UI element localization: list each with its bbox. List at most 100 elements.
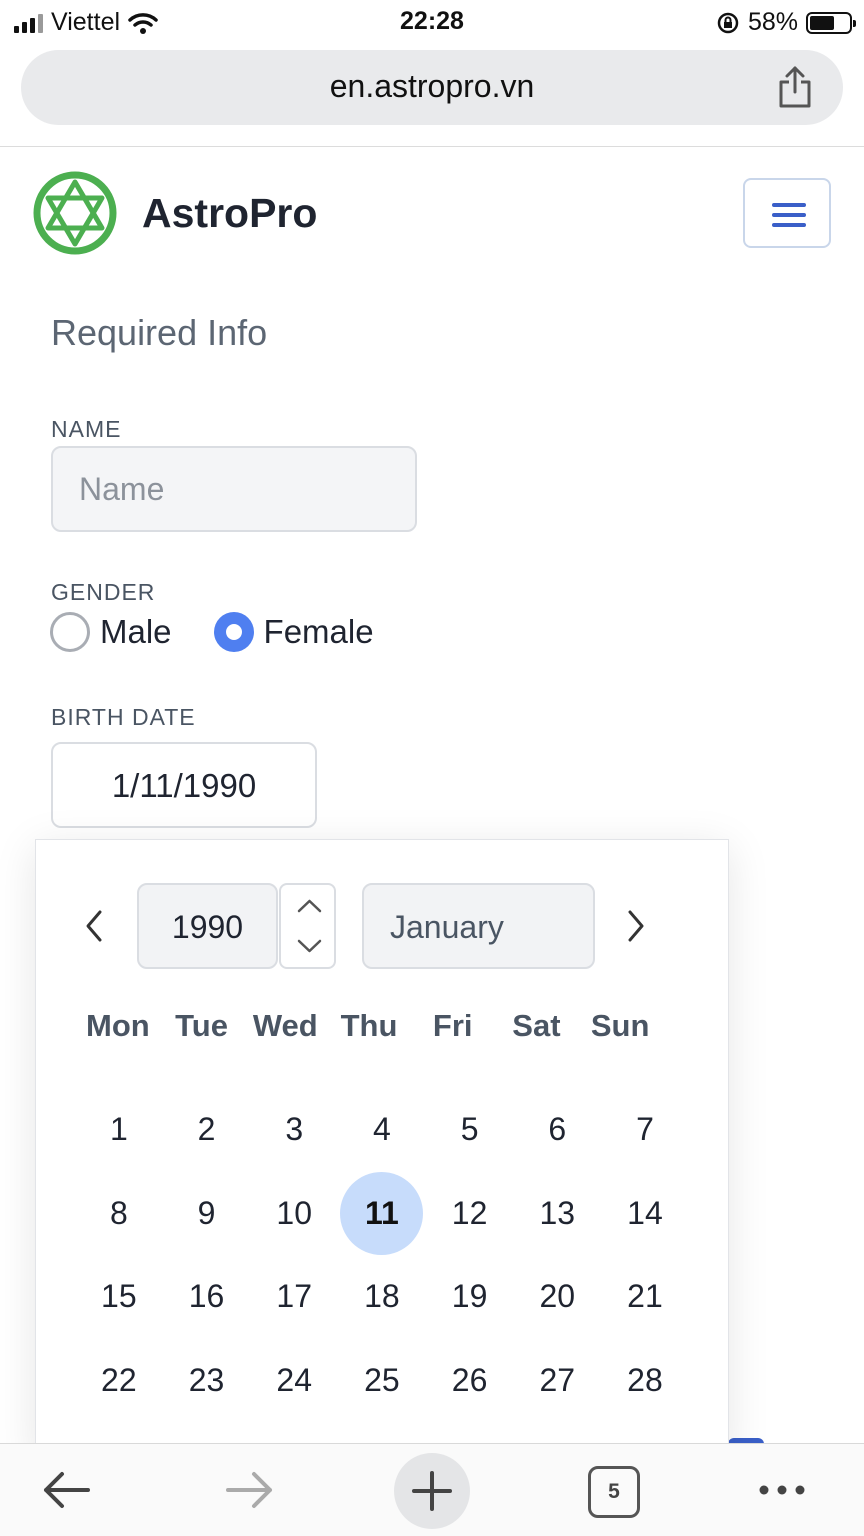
- day-number: 13: [539, 1194, 576, 1231]
- birth-date-input[interactable]: 1/11/1990: [51, 742, 317, 828]
- day-cell[interactable]: 28: [601, 1339, 689, 1423]
- day-cell[interactable]: 18: [338, 1255, 426, 1339]
- divider: [0, 146, 864, 147]
- day-number: 7: [636, 1111, 654, 1148]
- name-input[interactable]: [51, 446, 417, 532]
- year-input[interactable]: 1990: [137, 883, 278, 969]
- battery-percent: 58%: [747, 8, 798, 36]
- day-number: 1: [109, 1111, 128, 1148]
- day-number: 27: [539, 1361, 576, 1398]
- chevron-down-icon[interactable]: [281, 927, 338, 969]
- brand-name[interactable]: AstroPro: [142, 190, 317, 237]
- day-number: 12: [451, 1194, 488, 1231]
- day-cell[interactable]: 15: [75, 1255, 163, 1339]
- day-cell[interactable]: 10: [250, 1172, 338, 1256]
- weekday-label: Wed: [252, 1008, 318, 1043]
- section-title: Required Info: [51, 312, 268, 353]
- rotation-lock-icon: [717, 12, 739, 33]
- day-cell[interactable]: 19: [426, 1255, 514, 1339]
- day-cell[interactable]: 27: [513, 1339, 601, 1423]
- gender-female-label[interactable]: Female: [264, 613, 374, 651]
- day-cell[interactable]: 23: [163, 1339, 251, 1423]
- day-number: 17: [276, 1278, 313, 1315]
- share-icon[interactable]: [775, 64, 815, 110]
- tab-count-button[interactable]: 5: [588, 1466, 640, 1518]
- battery-icon: [806, 11, 856, 34]
- day-number: 22: [101, 1361, 137, 1398]
- birth-date-label: BIRTH DATE: [51, 704, 196, 730]
- name-label: NAME: [51, 416, 122, 442]
- forward-arrow-icon[interactable]: [220, 1444, 280, 1536]
- day-cell[interactable]: 22: [75, 1339, 163, 1423]
- day-cell[interactable]: 16: [163, 1255, 251, 1339]
- weekday-label: Tue: [175, 1008, 228, 1043]
- day-cell[interactable]: 17: [250, 1255, 338, 1339]
- day-number: 10: [276, 1194, 313, 1231]
- star-of-david-logo-icon[interactable]: [32, 170, 118, 256]
- status-right: 58%: [716, 8, 856, 37]
- day-grid: 1 2 3 4 5 6 7 8 9 10 11 12 13 14 15 16 17 18 19 20 21 22 23 24 2…: [75, 1088, 689, 1422]
- day-number: 15: [101, 1278, 137, 1315]
- gender-male-radio[interactable]: [50, 612, 90, 652]
- selected-day-cell[interactable]: 11: [338, 1171, 426, 1256]
- day-number: 23: [188, 1361, 225, 1398]
- more-icon[interactable]: [752, 1444, 812, 1536]
- hamburger-menu-button[interactable]: [743, 178, 831, 248]
- url-text[interactable]: en.astropro.vn: [21, 68, 843, 105]
- day-cell[interactable]: 1: [75, 1088, 163, 1172]
- day-number: 8: [109, 1194, 128, 1231]
- day-cell[interactable]: 4: [338, 1088, 426, 1172]
- day-number: 11: [364, 1194, 399, 1231]
- weekday-label: Thu: [340, 1008, 398, 1043]
- day-number: 21: [627, 1278, 663, 1315]
- day-cell[interactable]: 21: [601, 1255, 689, 1339]
- menu-icon-bar: [772, 223, 806, 227]
- browser-toolbar: 5: [0, 1443, 864, 1536]
- day-number: 19: [451, 1278, 488, 1315]
- month-select[interactable]: January: [362, 883, 595, 969]
- day-cell[interactable]: 9: [163, 1172, 251, 1256]
- weekday-header: Mon Tue Wed Thu Fri Sat Sun: [76, 1008, 662, 1044]
- day-cell[interactable]: 6: [513, 1088, 601, 1172]
- day-cell[interactable]: 26: [426, 1339, 514, 1423]
- day-cell[interactable]: 20: [513, 1255, 601, 1339]
- day-cell[interactable]: 25: [338, 1339, 426, 1423]
- address-bar[interactable]: en.astropro.vn: [21, 50, 843, 125]
- datepicker-popup: 1990 January Mon Tue Wed Thu Fri Sat Sun…: [35, 839, 729, 1459]
- day-number: 26: [451, 1361, 488, 1398]
- day-number: 25: [364, 1361, 400, 1398]
- day-cell[interactable]: 2: [163, 1088, 251, 1172]
- day-number: 14: [627, 1194, 663, 1231]
- new-tab-button[interactable]: [394, 1453, 470, 1529]
- weekday-label: Sat: [512, 1008, 561, 1043]
- chevron-right-icon[interactable]: [622, 906, 650, 946]
- day-cell[interactable]: 8: [75, 1172, 163, 1256]
- menu-icon: [772, 203, 806, 207]
- day-number: 4: [373, 1111, 391, 1148]
- weekday-label: Sun: [590, 1008, 650, 1043]
- menu-icon-bar: [772, 213, 806, 217]
- day-cell[interactable]: 13: [513, 1172, 601, 1256]
- day-cell[interactable]: 5: [426, 1088, 514, 1172]
- back-arrow-icon[interactable]: [36, 1444, 96, 1536]
- day-number: 6: [548, 1111, 567, 1148]
- chevron-up-icon[interactable]: [281, 885, 338, 927]
- day-cell[interactable]: 12: [426, 1172, 514, 1256]
- day-cell[interactable]: 24: [250, 1339, 338, 1423]
- gender-male-label[interactable]: Male: [100, 613, 172, 651]
- weekday-label: Mon: [86, 1008, 150, 1043]
- day-number: 28: [627, 1361, 663, 1398]
- day-number: 20: [539, 1278, 576, 1315]
- gender-female-radio[interactable]: [213, 612, 254, 652]
- day-number: 18: [364, 1278, 400, 1315]
- day-cell[interactable]: 14: [601, 1172, 689, 1256]
- chevron-left-icon[interactable]: [80, 906, 108, 946]
- plus-icon: [412, 1471, 452, 1511]
- day-number: 9: [197, 1194, 216, 1231]
- day-cell[interactable]: 3: [250, 1088, 338, 1172]
- day-number: 16: [188, 1278, 225, 1315]
- gender-label: GENDER: [51, 579, 156, 605]
- year-stepper[interactable]: [279, 883, 336, 969]
- day-cell[interactable]: 7: [601, 1088, 689, 1172]
- day-number: 24: [276, 1361, 313, 1398]
